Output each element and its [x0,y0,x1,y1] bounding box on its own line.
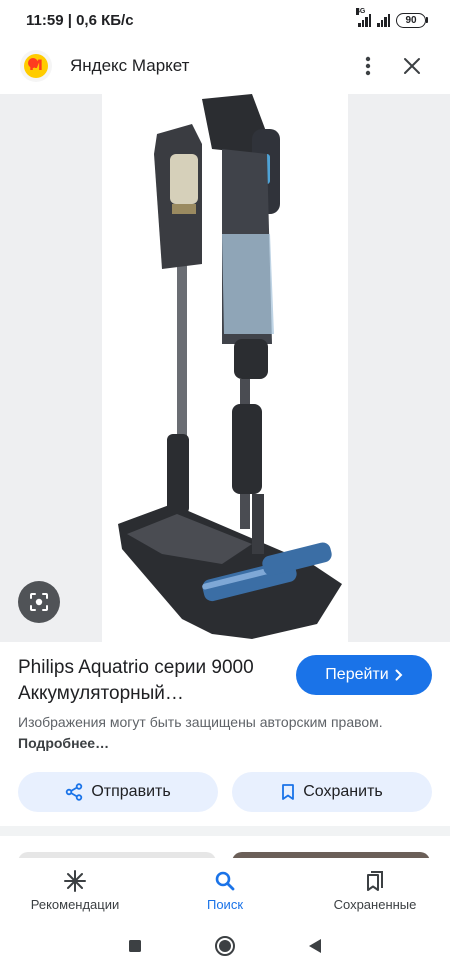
share-icon [66,783,83,801]
share-label: Отправить [91,783,171,800]
vacuum-cleaner-illustration [118,94,342,639]
battery-icon: 90 [396,12,428,28]
copyright-notice: Изображения могут быть защищены авторски… [18,712,428,754]
lens-button[interactable] [18,581,60,623]
recents-icon[interactable] [128,939,142,958]
visit-button[interactable]: Перейти [296,655,432,695]
search-icon [215,871,235,890]
status-icons: 4G 90 [356,7,428,28]
asterisk-icon [64,869,86,892]
system-navigation [0,922,450,975]
nav-search[interactable]: Поиск [150,858,300,922]
signal-icon-2 [377,13,390,27]
home-icon[interactable] [214,935,236,962]
image-viewer[interactable] [0,94,450,642]
copyright-text: Изображения могут быть защищены авторски… [18,714,383,730]
network-type: 4G [356,7,366,15]
chevron-right-icon [395,669,403,681]
back-icon[interactable] [308,938,322,959]
status-time: 11:59 | 0,6 КБ/с [26,11,134,29]
learn-more-link[interactable]: Подробнее… [18,735,109,751]
product-image[interactable] [102,94,348,642]
source-header: М Яндекс Маркет [0,40,450,92]
nav-label: Поиск [206,896,244,912]
save-label: Сохранить [303,783,383,800]
status-bar: 11:59 | 0,6 КБ/с 4G 90 [0,0,450,40]
source-title[interactable]: Яндекс Маркет [70,56,342,76]
more-vert-icon[interactable] [350,48,386,84]
share-button[interactable]: Отправить [18,772,218,812]
logo-letter: М [29,58,43,74]
nav-recommendations[interactable]: Рекомендации [0,858,150,922]
save-button[interactable]: Сохранить [232,772,432,812]
nav-label: Рекомендации [30,896,120,912]
close-icon[interactable] [394,48,430,84]
bottom-navigation: Рекомендации Поиск Сохраненные [0,858,450,922]
battery-level: 90 [396,12,426,28]
lens-icon [30,593,48,611]
section-divider [0,826,450,836]
nav-saved[interactable]: Сохраненные [300,858,450,922]
collections-icon [367,870,383,891]
bookmark-icon [282,784,295,800]
source-logo[interactable]: М [20,50,52,82]
visit-label: Перейти [325,666,389,683]
nav-label: Сохраненные [333,896,417,912]
signal-icon: 4G [356,7,371,27]
product-title[interactable]: Philips Aquatrio серии 9000 Аккумуляторн… [18,655,280,707]
